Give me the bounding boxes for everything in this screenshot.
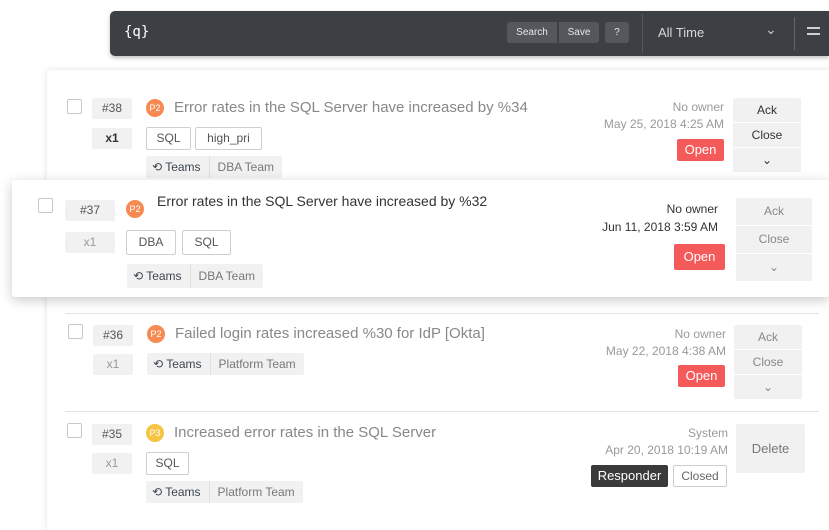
close-button[interactable]: Close — [733, 123, 801, 148]
alert-date: Apr 20, 2018 10:19 AM — [605, 443, 728, 457]
alert-date: May 22, 2018 4:38 AM — [605, 344, 726, 358]
teams-chip[interactable]: ⟲ Teams DBA Team — [146, 156, 283, 178]
teams-label: Teams — [166, 357, 202, 371]
chevron-down-icon[interactable]: ⌄ — [734, 375, 802, 400]
chevron-down-icon[interactable]: ⌄ — [736, 254, 812, 282]
alert-title[interactable]: Failed login rates increased %30 for IdP… — [175, 325, 485, 342]
action-group: Ack Close ⌄ — [733, 98, 801, 173]
responder-button[interactable]: Responder — [591, 465, 668, 487]
status-badge[interactable]: Open — [674, 244, 725, 270]
ack-button[interactable]: Ack — [734, 325, 802, 350]
close-button[interactable]: Close — [734, 350, 802, 375]
teams-icon: ⟲ — [153, 357, 164, 371]
alert-count: x1 — [92, 128, 132, 149]
teams-label: Teams — [146, 269, 182, 283]
divider — [794, 17, 795, 50]
team-name: DBA Team — [208, 156, 282, 178]
row-checkbox[interactable] — [68, 324, 83, 339]
query-icon[interactable]: {q} — [124, 24, 149, 40]
priority-badge: P2 — [126, 200, 144, 218]
tag-sql[interactable]: SQL — [182, 230, 231, 255]
teams-chip[interactable]: ⟲ Teams Platform Team — [146, 481, 303, 503]
save-button[interactable]: Save — [559, 22, 599, 43]
tag-sql[interactable]: SQL — [146, 452, 189, 475]
owner-label: System — [687, 426, 728, 440]
teams-label: Teams — [165, 160, 201, 174]
alert-id: #38 — [92, 98, 132, 119]
row-divider — [65, 411, 819, 412]
help-button[interactable]: ? — [605, 22, 629, 43]
team-name: Platform Team — [208, 481, 303, 503]
tag-high-pri[interactable]: high_pri — [195, 127, 262, 150]
alert-id: #37 — [65, 200, 115, 221]
teams-chip[interactable]: ⟲ Teams Platform Team — [147, 353, 304, 375]
alert-date: Jun 11, 2018 3:59 AM — [602, 220, 718, 234]
teams-label: Teams — [165, 485, 201, 499]
time-range-select[interactable]: All Time — [658, 25, 704, 40]
teams-icon: ⟲ — [152, 160, 163, 174]
priority-badge: P3 — [146, 424, 164, 442]
owner-label: No owner — [666, 202, 718, 216]
teams-icon: ⟲ — [152, 485, 163, 499]
alert-count: x1 — [93, 354, 133, 375]
team-name: DBA Team — [189, 264, 263, 288]
ack-button[interactable]: Ack — [733, 98, 801, 123]
divider — [642, 14, 643, 53]
status-badge[interactable]: Open — [677, 139, 724, 161]
delete-button[interactable]: Delete — [736, 424, 805, 473]
search-button[interactable]: Search — [507, 22, 557, 43]
alert-row-37-dragging[interactable]: #37 x1 P2 Error rates in the SQL Server … — [12, 180, 829, 297]
owner-label: No owner — [674, 327, 726, 341]
status-badge: Closed — [673, 465, 727, 487]
priority-badge: P2 — [146, 99, 164, 117]
alert-title[interactable]: Error rates in the SQL Server have incre… — [174, 99, 528, 116]
close-button[interactable]: Close — [736, 226, 812, 254]
action-group: Ack Close ⌄ — [736, 198, 812, 282]
row-divider — [65, 313, 819, 314]
team-name: Platform Team — [209, 353, 304, 375]
tag-dba[interactable]: DBA — [126, 230, 176, 255]
row-checkbox[interactable] — [38, 198, 53, 213]
row-checkbox[interactable] — [67, 99, 82, 114]
alert-id: #35 — [92, 424, 132, 445]
priority-badge: P2 — [147, 325, 165, 343]
chevron-down-icon[interactable]: ⌄ — [733, 148, 801, 173]
hamburger-icon[interactable] — [807, 27, 820, 39]
alert-date: May 25, 2018 4:25 AM — [603, 117, 724, 131]
alert-title[interactable]: Error rates in the SQL Server have incre… — [157, 193, 487, 209]
ack-button[interactable]: Ack — [736, 198, 812, 226]
tag-sql[interactable]: SQL — [146, 127, 191, 150]
alert-id: #36 — [93, 325, 133, 346]
alert-count: x1 — [65, 232, 115, 253]
teams-chip[interactable]: ⟲ Teams DBA Team — [127, 264, 264, 288]
status-badge[interactable]: Open — [678, 365, 725, 387]
action-group: Ack Close ⌄ — [734, 325, 802, 400]
alert-title[interactable]: Increased error rates in the SQL Server — [174, 424, 436, 441]
teams-icon: ⟲ — [133, 269, 144, 283]
owner-label: No owner — [672, 100, 724, 114]
alert-list: #38 x1 P2 Error rates in the SQL Server … — [47, 70, 829, 530]
search-bar: {q} Search Save ? All Time ⌄ — [110, 11, 829, 56]
alert-count: x1 — [92, 453, 132, 474]
chevron-down-icon[interactable]: ⌄ — [765, 21, 777, 38]
row-checkbox[interactable] — [67, 423, 82, 438]
